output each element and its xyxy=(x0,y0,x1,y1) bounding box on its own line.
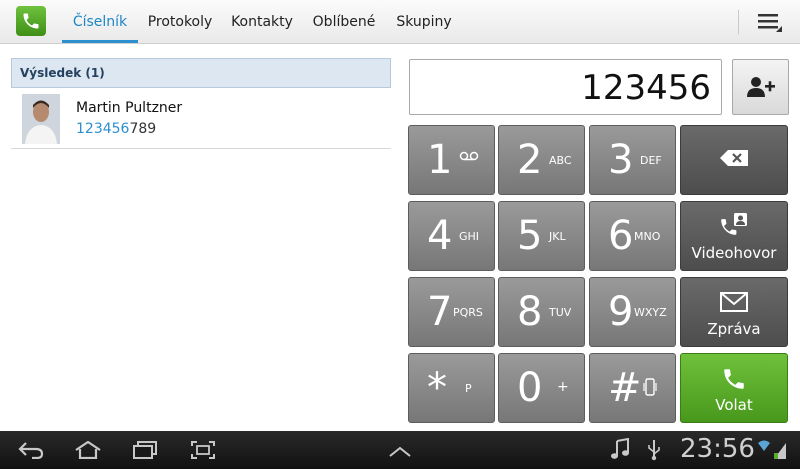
dial-number-text: 123456 xyxy=(581,68,711,108)
dial-number-field[interactable]: 123456 xyxy=(409,59,722,115)
usb-icon xyxy=(646,439,662,465)
video-call-button[interactable]: Videohovor xyxy=(680,201,788,271)
key-hash[interactable]: # xyxy=(589,353,676,423)
add-contact-button[interactable] xyxy=(732,59,789,115)
key-letters: P xyxy=(465,382,472,395)
key-letters: WXYZ xyxy=(634,306,667,319)
key-star[interactable]: * P xyxy=(408,353,495,423)
key-digit: 7 xyxy=(427,289,453,335)
contact-number: 123456789 xyxy=(76,121,156,137)
system-bar: 23:56 xyxy=(0,431,800,469)
key-digit: 9 xyxy=(608,289,634,335)
call-label: Volat xyxy=(715,396,753,414)
tab-logs[interactable]: Protokoly xyxy=(142,0,218,44)
key-digit: 6 xyxy=(608,213,634,259)
message-button[interactable]: Zpráva xyxy=(680,277,788,347)
active-tab-indicator xyxy=(62,40,138,43)
key-letters: TUV xyxy=(549,306,572,319)
avatar xyxy=(22,94,60,144)
home-icon[interactable] xyxy=(74,440,102,463)
tab-groups[interactable]: Skupiny xyxy=(390,0,458,44)
key-letters: PQRS xyxy=(453,306,483,319)
key-letters: DEF xyxy=(640,154,662,167)
menu-divider xyxy=(738,10,739,34)
contact-number-match: 123456 xyxy=(76,121,130,137)
backspace-button[interactable] xyxy=(680,125,788,195)
key-4[interactable]: 4 GHI xyxy=(408,201,495,271)
key-2[interactable]: 2 ABC xyxy=(498,125,585,195)
tab-favorites[interactable]: Oblíbené xyxy=(306,0,382,44)
screenshot-icon[interactable] xyxy=(190,440,216,464)
key-digit: # xyxy=(608,365,642,411)
key-letters: + xyxy=(557,379,569,395)
back-icon[interactable] xyxy=(18,441,44,463)
key-digit: 2 xyxy=(517,137,543,183)
phone-app-icon[interactable] xyxy=(16,6,46,36)
key-6[interactable]: 6 MNO xyxy=(589,201,676,271)
recent-apps-icon[interactable] xyxy=(132,441,158,463)
key-digit: 0 xyxy=(517,365,543,411)
call-button[interactable]: Volat xyxy=(680,353,788,423)
key-1[interactable]: 1 xyxy=(408,125,495,195)
tab-contacts[interactable]: Kontakty xyxy=(226,0,298,44)
key-0[interactable]: 0 + xyxy=(498,353,585,423)
key-letters: MNO xyxy=(634,230,661,243)
overflow-menu-icon[interactable] xyxy=(752,8,786,36)
key-digit: 3 xyxy=(608,137,634,183)
key-letters: JKL xyxy=(549,230,566,243)
key-7[interactable]: 7 PQRS xyxy=(408,277,495,347)
tab-dialer[interactable]: Číselník xyxy=(62,0,138,44)
key-digit: 4 xyxy=(427,213,453,259)
voicemail-icon xyxy=(459,150,479,165)
contact-number-rest: 789 xyxy=(129,121,157,137)
message-label: Zpráva xyxy=(707,320,761,338)
key-8[interactable]: 8 TUV xyxy=(498,277,585,347)
action-bar: Číselník Protokoly Kontakty Oblíbené Sku… xyxy=(0,0,800,44)
key-9[interactable]: 9 WXYZ xyxy=(589,277,676,347)
add-contact-icon xyxy=(746,77,775,97)
chevron-up-icon[interactable] xyxy=(388,443,412,462)
status-clock: 23:56 xyxy=(680,434,755,464)
contact-name: Martin Pultzner xyxy=(76,100,183,116)
backspace-icon xyxy=(681,150,787,166)
key-digit: * xyxy=(427,365,447,411)
contact-result-row[interactable]: Martin Pultzner 123456789 xyxy=(11,90,391,149)
result-header: Výsledek (1) xyxy=(11,58,391,88)
key-3[interactable]: 3 DEF xyxy=(589,125,676,195)
key-5[interactable]: 5 JKL xyxy=(498,201,585,271)
key-letters: GHI xyxy=(459,230,480,243)
phone-icon xyxy=(681,366,787,392)
video-call-icon xyxy=(681,212,787,240)
key-digit: 5 xyxy=(517,213,543,259)
key-letters: ABC xyxy=(549,154,572,167)
envelope-icon xyxy=(681,292,787,312)
vibrate-icon xyxy=(642,378,658,399)
key-digit: 1 xyxy=(427,137,453,183)
key-digit: 8 xyxy=(517,289,543,335)
music-icon xyxy=(610,437,630,464)
video-call-label: Videohovor xyxy=(691,244,777,262)
signal-icon xyxy=(756,439,790,465)
